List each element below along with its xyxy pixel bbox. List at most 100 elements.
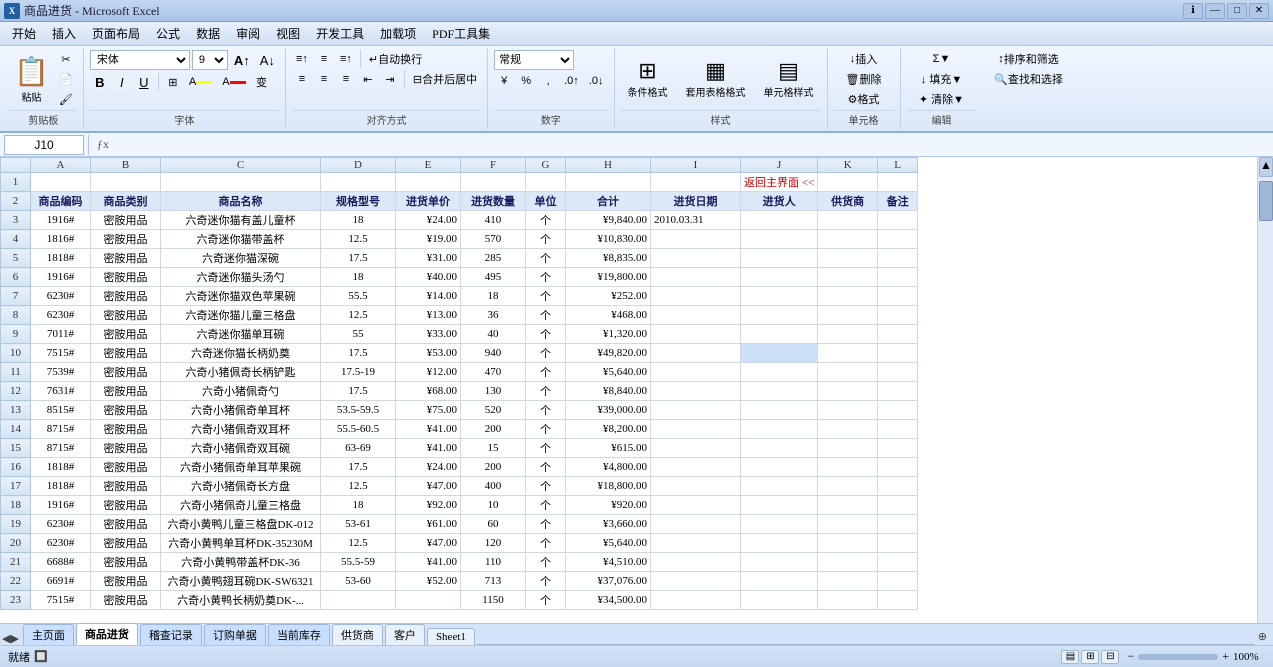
font-size-select[interactable]: 9: [192, 50, 228, 70]
cell-f3[interactable]: 410: [461, 211, 526, 230]
merge-button[interactable]: ⊟ 合并后居中: [409, 70, 481, 88]
col-header-a[interactable]: A: [31, 158, 91, 173]
col-header-j[interactable]: J: [741, 158, 818, 173]
tab-add-button[interactable]: ⊕: [1254, 628, 1271, 645]
align-top-center-button[interactable]: ≡: [314, 50, 334, 68]
menu-formula[interactable]: 公式: [148, 23, 188, 44]
cell-f1[interactable]: [461, 173, 526, 192]
col-header-e[interactable]: E: [396, 158, 461, 173]
italic-button[interactable]: I: [112, 72, 132, 92]
header-cell-b2[interactable]: 商品类别: [91, 192, 161, 211]
font-name-select[interactable]: 宋体: [90, 50, 190, 70]
cell-d3[interactable]: 18: [321, 211, 396, 230]
header-cell-f2[interactable]: 进货数量: [461, 192, 526, 211]
conditional-format-button[interactable]: ⊞ 条件格式: [621, 54, 675, 104]
layout-view-button[interactable]: ⊞: [1081, 650, 1099, 664]
delete-cells-button[interactable]: 🗑 删除: [834, 70, 894, 88]
menu-review[interactable]: 审阅: [228, 23, 268, 44]
header-cell-d2[interactable]: 规格型号: [321, 192, 396, 211]
header-cell-j2[interactable]: 进货人: [741, 192, 818, 211]
tab-prev-button[interactable]: ◀: [2, 632, 10, 645]
thousands-button[interactable]: ,: [538, 72, 558, 90]
cell-c1[interactable]: [161, 173, 321, 192]
align-right-button[interactable]: ≡: [336, 70, 356, 88]
menu-pdf[interactable]: PDF工具集: [424, 23, 498, 44]
cut-button[interactable]: ✂: [55, 50, 77, 68]
tab-order[interactable]: 订购单据: [204, 624, 266, 645]
sum-button[interactable]: Σ▼: [907, 50, 977, 68]
menu-start[interactable]: 开始: [4, 23, 44, 44]
cell-a3[interactable]: 1916#: [31, 211, 91, 230]
paste-button[interactable]: 📋 粘贴: [10, 53, 53, 106]
tab-supplier[interactable]: 供货商: [332, 624, 383, 645]
cell-g1[interactable]: [526, 173, 566, 192]
col-header-k[interactable]: K: [818, 158, 878, 173]
align-top-right-button[interactable]: ≡↑: [336, 50, 356, 68]
underline-button[interactable]: U: [134, 72, 154, 92]
tab-inventory[interactable]: 当前库存: [268, 624, 330, 645]
cell-k3[interactable]: [818, 211, 878, 230]
tab-next-button[interactable]: ▶: [10, 632, 18, 645]
col-header-d[interactable]: D: [321, 158, 396, 173]
header-cell-i2[interactable]: 进货日期: [651, 192, 741, 211]
col-header-f[interactable]: F: [461, 158, 526, 173]
menu-dev[interactable]: 开发工具: [308, 23, 372, 44]
align-left-button[interactable]: ≡: [292, 70, 312, 88]
cell-j3[interactable]: [741, 211, 818, 230]
currency-button[interactable]: ¥: [494, 72, 514, 90]
menu-insert[interactable]: 插入: [44, 23, 84, 44]
cell-c3[interactable]: 六奇迷你猫有盖儿童杯: [161, 211, 321, 230]
info-button[interactable]: ℹ: [1183, 3, 1203, 19]
header-cell-c2[interactable]: 商品名称: [161, 192, 321, 211]
cell-e3[interactable]: ¥24.00: [396, 211, 461, 230]
menu-addins[interactable]: 加载项: [372, 23, 424, 44]
cell-e1[interactable]: [396, 173, 461, 192]
bold-button[interactable]: B: [90, 72, 110, 92]
tab-purchase[interactable]: 商品进货: [76, 623, 138, 645]
find-select-button[interactable]: 🔍 查找和选择: [989, 70, 1069, 88]
dec-inc-button[interactable]: .0↑: [560, 72, 583, 90]
indent-inc-button[interactable]: ⇥: [380, 70, 400, 88]
minimize-button[interactable]: —: [1205, 3, 1225, 19]
fill-button[interactable]: ↓ 填充▼: [907, 70, 977, 88]
tab-sheet1[interactable]: Sheet1: [427, 628, 475, 645]
cell-i3[interactable]: 2010.03.31: [651, 211, 741, 230]
number-format-select[interactable]: 常规: [494, 50, 574, 70]
cell-d1[interactable]: [321, 173, 396, 192]
cell-l3[interactable]: [878, 211, 918, 230]
col-header-i[interactable]: I: [651, 158, 741, 173]
cell-k1[interactable]: [818, 173, 878, 192]
font-color-button[interactable]: A: [218, 73, 249, 91]
cell-b1[interactable]: [91, 173, 161, 192]
align-top-left-button[interactable]: ≡↑: [292, 50, 312, 68]
col-header-h[interactable]: H: [566, 158, 651, 173]
dec-dec-button[interactable]: .0↓: [585, 72, 608, 90]
menu-data[interactable]: 数据: [188, 23, 228, 44]
header-cell-g2[interactable]: 单位: [526, 192, 566, 211]
header-cell-l2[interactable]: 备注: [878, 192, 918, 211]
cell-style-button[interactable]: ▤ 单元格样式: [757, 54, 821, 104]
menu-view[interactable]: 视图: [268, 23, 308, 44]
formula-function-icon[interactable]: ƒx: [93, 135, 113, 155]
vertical-scrollbar[interactable]: ▲: [1257, 157, 1273, 623]
format-painter-button[interactable]: 🖌: [55, 90, 77, 108]
row-header-2[interactable]: 2: [1, 192, 31, 211]
col-header-c[interactable]: C: [161, 158, 321, 173]
cell-g3[interactable]: 个: [526, 211, 566, 230]
cell-reference-input[interactable]: [4, 135, 84, 155]
percent-button[interactable]: %: [516, 72, 536, 90]
cell-i1[interactable]: [651, 173, 741, 192]
menu-layout[interactable]: 页面布局: [84, 23, 148, 44]
header-cell-e2[interactable]: 进货单价: [396, 192, 461, 211]
return-button-cell[interactable]: 返回主界面 <<: [741, 173, 818, 192]
format-cells-button[interactable]: ⚙ 格式: [834, 90, 894, 108]
col-header-g[interactable]: G: [526, 158, 566, 173]
border-button[interactable]: ⊞: [163, 73, 183, 91]
indent-dec-button[interactable]: ⇤: [358, 70, 378, 88]
special-button[interactable]: 变: [252, 73, 272, 91]
tab-audit[interactable]: 稽查记录: [140, 624, 202, 645]
align-center-button[interactable]: ≡: [314, 70, 334, 88]
tab-main[interactable]: 主页面: [23, 624, 74, 645]
selected-cell-j10[interactable]: [741, 344, 818, 363]
header-cell-a2[interactable]: 商品编码: [31, 192, 91, 211]
